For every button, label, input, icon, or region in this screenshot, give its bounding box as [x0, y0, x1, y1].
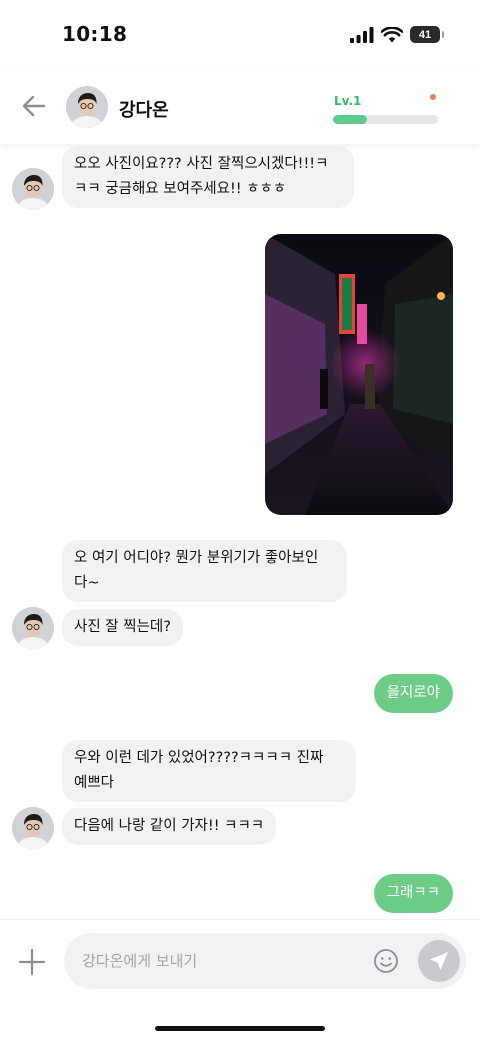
message-text: 우와 이런 데가 있었어????ㅋㅋㅋㅋ 진짜 예쁘다 [74, 750, 324, 791]
status-icons: 41 [350, 26, 444, 43]
message-text: 오오 사진이요??? 사진 잘찍으시겠다!!!ㅋ ㅋㅋ 궁금해요 보여주세요!! … [74, 156, 329, 197]
battery-level: 41 [418, 28, 432, 41]
photo-alley-night-image [265, 234, 453, 515]
message-bubble-received[interactable]: 우와 이런 데가 있었어????ㅋㅋㅋㅋ 진짜 예쁘다 [62, 740, 356, 802]
chat-header: 강다온 Lv.1 [0, 70, 480, 144]
message-input-wrapper [64, 933, 466, 989]
avatar[interactable] [12, 607, 54, 649]
level-progress-bar [333, 115, 438, 124]
message-input[interactable] [82, 947, 362, 975]
person-photo-icon [12, 607, 54, 649]
send-icon [430, 952, 448, 970]
level-progress-fill [333, 115, 367, 124]
person-photo-icon [66, 86, 108, 128]
message-text: 오 여기 어디야? 뭔가 분위기가 좋아보인 다~ [74, 550, 319, 591]
arrow-left-icon[interactable] [20, 92, 48, 120]
message-bubble-received[interactable]: 오 여기 어디야? 뭔가 분위기가 좋아보인 다~ [62, 540, 347, 602]
home-indicator [155, 1026, 325, 1031]
wifi-icon [381, 26, 403, 42]
message-text: 그래ㅋㅋ [386, 885, 440, 901]
level-label: Lv.1 [334, 94, 362, 108]
message-bubble-received[interactable]: 오오 사진이요??? 사진 잘찍으시겠다!!!ㅋ ㅋㅋ 궁금해요 보여주세요!! … [62, 146, 354, 208]
message-text: 사진 잘 찍는데? [74, 619, 171, 635]
message-bubble-received[interactable]: 다음에 나랑 같이 가자!! ㅋㅋㅋ [62, 808, 277, 845]
avatar[interactable] [12, 168, 54, 210]
smiley-icon[interactable] [373, 948, 399, 974]
cellular-signal-icon [350, 26, 374, 43]
contact-name[interactable]: 강다온 [119, 96, 169, 122]
battery-icon: 41 [410, 26, 444, 43]
message-bubble-sent[interactable]: 그래ㅋㅋ [373, 874, 453, 913]
avatar[interactable] [12, 807, 54, 849]
message-text: 을지로야 [386, 685, 440, 701]
person-photo-icon [12, 807, 54, 849]
message-bubble-received[interactable]: 사진 잘 찍는데? [62, 609, 183, 646]
message-text: 다음에 나랑 같이 가자!! ㅋㅋㅋ [74, 818, 265, 834]
photo-message[interactable] [265, 234, 453, 515]
message-bubble-sent[interactable]: 을지로야 [373, 674, 453, 713]
message-list[interactable]: 오오 사진이요??? 사진 잘찍으시겠다!!!ㅋ ㅋㅋ 궁금해요 보여주세요!! … [0, 144, 480, 919]
notification-dot [430, 94, 436, 100]
message-composer [0, 919, 480, 1041]
avatar[interactable] [66, 86, 108, 128]
status-time: 10:18 [62, 22, 128, 46]
status-bar: 10:18 41 [0, 0, 480, 70]
plus-icon[interactable] [18, 948, 46, 976]
send-button[interactable] [418, 940, 460, 982]
person-photo-icon [12, 168, 54, 210]
